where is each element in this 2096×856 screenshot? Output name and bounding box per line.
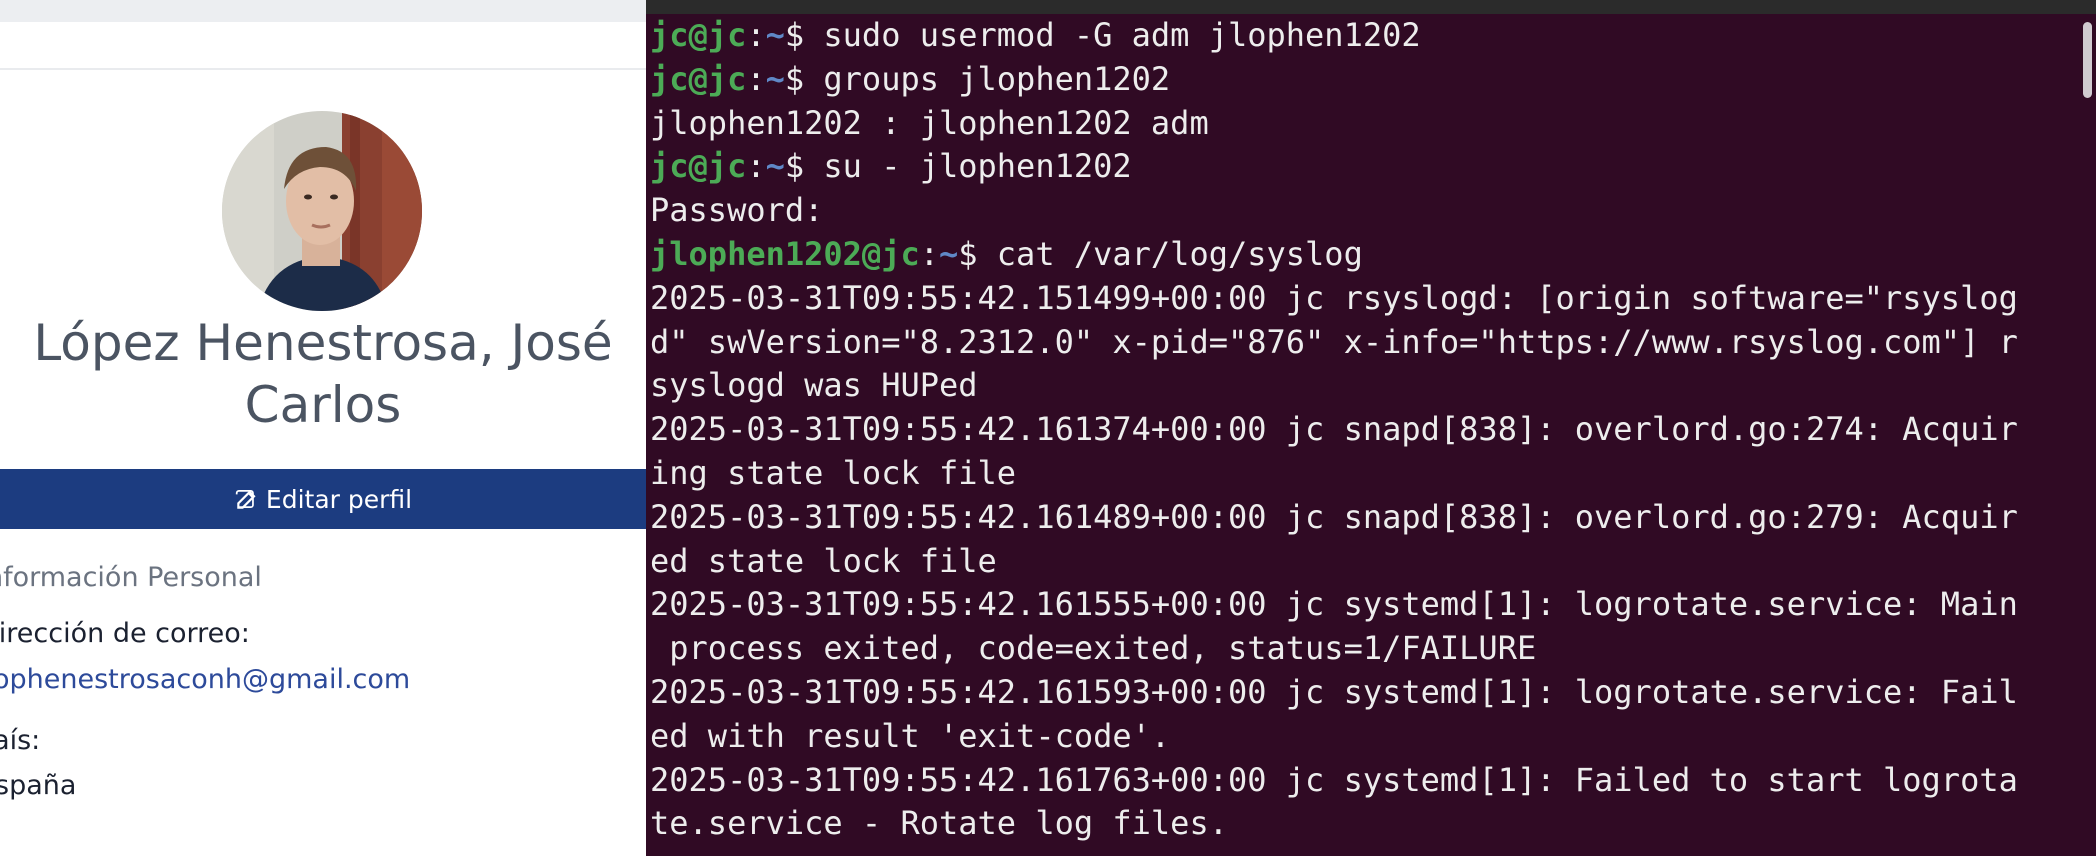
prompt-colon: :	[746, 147, 766, 186]
terminal-output-line: 2025-03-31T09:55:42.151499+00:00 jc rsys…	[650, 277, 2070, 321]
profile-name-text: López Henestrosa, José Carlos	[33, 314, 613, 434]
output-text: ed state lock file	[650, 541, 997, 580]
terminal-output-line: 2025-03-31T09:55:42.161489+00:00 jc snap…	[650, 496, 2070, 540]
prompt-user: jc@jc	[650, 147, 747, 186]
terminal-output-line: Password:	[650, 189, 2070, 233]
terminal-output-line: process exited, code=exited, status=1/FA…	[650, 627, 2070, 671]
terminal-output-line: 2025-03-31T09:55:42.161593+00:00 jc syst…	[650, 671, 2070, 715]
output-text: ed with result 'exit-code'.	[650, 716, 1171, 755]
country-label: País:	[0, 725, 41, 756]
prompt-colon: :	[919, 234, 939, 273]
terminal-window[interactable]: jc@jc:~$ sudo usermod -G adm jlophen1202…	[646, 0, 2096, 856]
prompt-colon: :	[746, 59, 766, 98]
prompt-path: ~	[765, 147, 785, 186]
terminal-titlebar-edge	[646, 0, 2096, 14]
prompt-user: jc@jc	[650, 16, 747, 54]
terminal-output-line: te.service - Rotate log files.	[650, 802, 2070, 846]
prompt-user: jc@jc	[650, 59, 747, 98]
prompt-dollar: $	[784, 59, 824, 98]
browser-toolbar-strip	[0, 0, 646, 22]
output-text: syslogd was HUPed	[650, 366, 978, 405]
prompt-command: su - jlophen1202	[823, 147, 1132, 186]
output-text: Password:	[650, 191, 824, 230]
terminal-output-line: ing state lock file	[650, 452, 2070, 496]
output-text: 2025-03-31T09:55:42.161763+00:00 jc syst…	[650, 760, 2018, 799]
edit-icon	[235, 490, 256, 509]
prompt-dollar: $	[958, 234, 997, 273]
edit-profile-label: Editar perfil	[265, 484, 413, 514]
terminal-output-line: jlophen1202 : jlophen1202 adm	[650, 102, 2070, 146]
profile-name: López Henestrosa, José Carlos	[0, 312, 646, 436]
prompt-command: groups jlophen1202	[823, 59, 1171, 98]
terminal-prompt-line: jc@jc:~$ groups jlophen1202	[650, 58, 2070, 102]
avatar	[222, 111, 422, 311]
prompt-path: ~	[938, 234, 959, 273]
output-text: ing state lock file	[650, 453, 1017, 492]
output-text: 2025-03-31T09:55:42.161489+00:00 jc snap…	[650, 497, 2018, 536]
edit-profile-button[interactable]: Editar perfil	[0, 469, 646, 529]
output-text: d" swVersion="8.2312.0" x-pid="876" x-in…	[650, 322, 2018, 361]
terminal-prompt-line: jlophen1202@jc:~$ cat /var/log/syslog	[650, 233, 2070, 277]
prompt-command: cat /var/log/syslog	[996, 234, 1363, 273]
email-label: Dirección de correo:	[0, 618, 250, 649]
terminal-output[interactable]: jc@jc:~$ sudo usermod -G adm jlophen1202…	[650, 14, 2070, 846]
output-text: 2025-03-31T09:55:42.161555+00:00 jc syst…	[650, 585, 2018, 624]
email-value[interactable]: jlophenestrosaconh@gmail.com	[0, 664, 410, 695]
terminal-output-line: 2025-03-31T09:55:42.161555+00:00 jc syst…	[650, 583, 2070, 627]
terminal-output-line: 2025-03-31T09:55:42.161763+00:00 jc syst…	[650, 759, 2070, 803]
prompt-colon: :	[746, 16, 766, 54]
terminal-output-line: ed with result 'exit-code'.	[650, 715, 2070, 759]
output-text: 2025-03-31T09:55:42.161374+00:00 jc snap…	[650, 410, 2018, 449]
prompt-user: jlophen1202@jc	[650, 234, 920, 273]
section-title: Información Personal	[0, 562, 262, 593]
terminal-output-line: syslogd was HUPed	[650, 364, 2070, 408]
output-text: process exited, code=exited, status=1/FA…	[650, 629, 1537, 668]
output-text: jlophen1202 : jlophen1202 adm	[650, 103, 1209, 142]
profile-panel: López Henestrosa, José Carlos Editar per…	[0, 0, 646, 856]
avatar-photo	[222, 111, 422, 311]
terminal-prompt-line: jc@jc:~$ sudo usermod -G adm jlophen1202	[650, 14, 2070, 58]
prompt-path: ~	[765, 16, 785, 54]
country-value: España	[0, 770, 77, 801]
header-divider	[0, 68, 646, 70]
terminal-prompt-line: jc@jc:~$ su - jlophen1202	[650, 145, 2070, 189]
output-text: 2025-03-31T09:55:42.161593+00:00 jc syst…	[650, 672, 2018, 711]
prompt-path: ~	[765, 59, 785, 98]
terminal-output-line: 2025-03-31T09:55:42.161374+00:00 jc snap…	[650, 408, 2070, 452]
prompt-dollar: $	[784, 16, 824, 54]
output-text: 2025-03-31T09:55:42.151499+00:00 jc rsys…	[650, 278, 2018, 317]
terminal-output-line: d" swVersion="8.2312.0" x-pid="876" x-in…	[650, 321, 2070, 365]
terminal-scrollbar[interactable]	[2083, 22, 2092, 98]
prompt-dollar: $	[784, 147, 824, 186]
output-text: te.service - Rotate log files.	[650, 804, 1228, 843]
prompt-command: sudo usermod -G adm jlophen1202	[823, 16, 1421, 54]
terminal-output-line: ed state lock file	[650, 540, 2070, 584]
